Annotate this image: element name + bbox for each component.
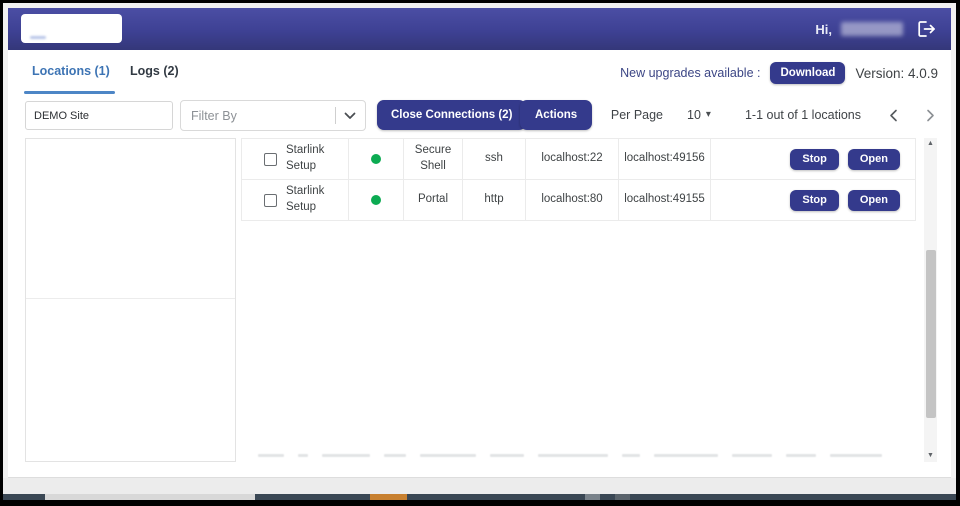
status-online-dot (371, 154, 381, 164)
row-checkbox[interactable] (264, 194, 277, 207)
logo-mark (30, 36, 46, 39)
taskbar-segment (3, 494, 45, 500)
taskbar-segment (370, 494, 407, 500)
previous-page-button[interactable] (889, 109, 898, 122)
logout-button[interactable] (918, 21, 937, 37)
chevron-left-icon (889, 109, 898, 122)
username-redacted (841, 22, 903, 36)
per-page-label: Per Page (611, 108, 663, 122)
taskbar-segment (255, 494, 370, 500)
taskbar-segment (407, 494, 956, 500)
row-checkbox[interactable] (264, 153, 277, 166)
app-logo (21, 14, 122, 43)
actions-button[interactable]: Actions (520, 100, 592, 130)
protocol: ssh (485, 151, 503, 167)
appbar: Hi, (8, 8, 951, 50)
per-page-select[interactable]: 10 ▾ (687, 108, 711, 122)
stop-button[interactable]: Stop (790, 149, 838, 170)
active-connection: localhost:49155 (624, 192, 705, 208)
scrollbar-track[interactable] (924, 150, 937, 450)
filter-by-placeholder: Filter By (181, 109, 335, 123)
protocol: http (484, 192, 503, 208)
version-label: Version: 4.0.9 (855, 66, 938, 81)
active-tab-underline (24, 91, 115, 94)
local-address: localhost:22 (541, 151, 602, 167)
greeting-text: Hi, (815, 22, 832, 37)
status-online-dot (371, 195, 381, 205)
per-page-value: 10 (687, 108, 701, 122)
service-name: Secure Shell (408, 143, 458, 174)
upgrade-notice: New upgrades available : (620, 66, 760, 80)
table-row: Starlink Setup Secure Shell ssh localhos… (242, 139, 915, 180)
main-card: Locations (1) Logs (2) New upgrades avai… (8, 50, 951, 478)
open-button[interactable]: Open (848, 149, 900, 170)
chevron-right-icon (926, 109, 935, 122)
active-connection: localhost:49156 (624, 151, 705, 167)
location-name: Starlink Setup (286, 143, 332, 174)
filter-by-dropdown[interactable]: Filter By (180, 100, 366, 131)
location-tree-panel (25, 138, 236, 462)
next-page-button[interactable] (926, 109, 935, 122)
scrollbar-thumb[interactable] (926, 250, 936, 418)
service-name: Portal (418, 192, 448, 208)
location-name: Starlink Setup (286, 184, 332, 215)
taskbar-segment (585, 494, 600, 500)
caret-down-icon: ▾ (706, 110, 711, 120)
clipped-footer-text (258, 451, 908, 459)
window-bottom-edge (3, 478, 956, 494)
pagination-summary: 1-1 out of 1 locations (745, 108, 861, 122)
tab-locations[interactable]: Locations (1) (32, 64, 110, 78)
taskbar-sliver (3, 494, 956, 500)
scroll-down-icon[interactable]: ▼ (924, 450, 937, 462)
taskbar-segment (615, 494, 630, 500)
chevron-down-icon (344, 112, 356, 120)
logout-icon (918, 21, 937, 37)
scroll-up-icon[interactable]: ▲ (924, 138, 937, 150)
table-row: Starlink Setup Portal http localhost:80 … (242, 180, 915, 221)
local-address: localhost:80 (541, 192, 602, 208)
download-button[interactable]: Download (770, 62, 845, 84)
open-button[interactable]: Open (848, 190, 900, 211)
panel-divider (26, 298, 235, 299)
close-connections-button[interactable]: Close Connections (2) (377, 100, 526, 130)
vertical-scrollbar[interactable]: ▲ ▼ (924, 138, 937, 462)
connections-table: Starlink Setup Secure Shell ssh localhos… (241, 138, 916, 221)
dropdown-divider (335, 107, 336, 124)
app-window: Hi, Locations (1) Logs (2) New upgrades … (3, 3, 956, 500)
tab-logs[interactable]: Logs (2) (130, 64, 179, 78)
stop-button[interactable]: Stop (790, 190, 838, 211)
site-search-input[interactable] (25, 101, 173, 130)
